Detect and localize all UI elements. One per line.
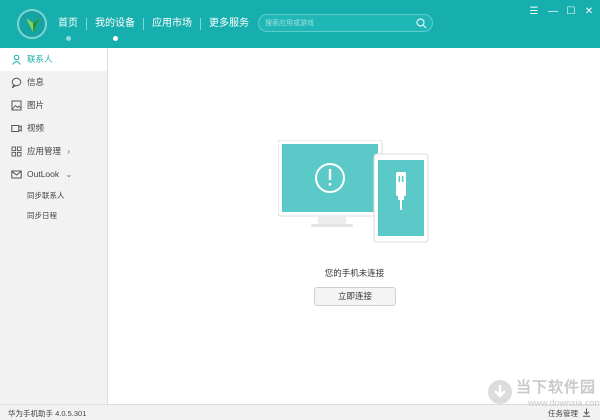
device-status-text: 您的手机未连接 xyxy=(324,268,385,278)
title-bar: 首页 我的设备 应用市场 更多服务 搜索应用或游戏 ☰ — ☐ ✕ xyxy=(0,0,600,48)
connect-now-button[interactable]: 立即连接 xyxy=(314,287,396,306)
sidebar-subitem-sync-contacts[interactable]: 同步联系人 xyxy=(0,186,107,206)
video-icon xyxy=(11,125,22,132)
sidebar-item-label: OutLook xyxy=(27,169,60,179)
main-panel: 您的手机未连接 立即连接 xyxy=(109,48,600,404)
sidebar: 联系人 信息 图片 视频 应用管理 › OutLook ⌄ 同步联系人 同步日程 xyxy=(0,48,108,404)
chevron-down-icon: ⌄ xyxy=(65,170,73,179)
nav-my-devices[interactable]: 我的设备 xyxy=(87,16,143,41)
chevron-right-icon: › xyxy=(67,147,71,156)
sidebar-item-contacts[interactable]: 联系人 xyxy=(0,48,107,71)
disconnected-device-illustration xyxy=(278,140,429,243)
person-icon xyxy=(12,54,21,65)
nav-my-devices-indicator xyxy=(112,36,118,41)
sidebar-item-outlook[interactable]: OutLook ⌄ xyxy=(0,163,107,186)
menu-icon[interactable]: ☰ xyxy=(528,6,540,18)
search-icon[interactable] xyxy=(416,18,427,29)
close-button[interactable]: ✕ xyxy=(583,6,595,18)
sidebar-subitem-sync-calendar[interactable]: 同步日程 xyxy=(0,206,107,226)
watermark-url: www.downxia.com xyxy=(528,398,600,408)
version-label: 华为手机助手 4.0.5.301 xyxy=(8,409,87,418)
minimize-button[interactable]: — xyxy=(547,6,559,18)
maximize-button[interactable]: ☐ xyxy=(565,6,577,18)
watermark-text: 当下软件园 xyxy=(516,379,597,396)
sidebar-item-label: 信息 xyxy=(27,77,45,87)
search-input[interactable]: 搜索应用或游戏 xyxy=(258,14,433,32)
search-placeholder: 搜索应用或游戏 xyxy=(265,20,314,27)
nav-home[interactable]: 首页 xyxy=(50,16,86,41)
sidebar-item-app-management[interactable]: 应用管理 › xyxy=(0,140,107,163)
nav-app-market[interactable]: 应用市场 xyxy=(144,16,200,32)
sidebar-item-pictures[interactable]: 图片 xyxy=(0,94,107,117)
nav-home-label: 首页 xyxy=(58,18,78,29)
apps-icon xyxy=(11,146,22,157)
main-nav: 首页 我的设备 应用市场 更多服务 xyxy=(50,16,257,41)
nav-my-devices-label: 我的设备 xyxy=(95,18,135,29)
nav-home-indicator xyxy=(65,36,71,41)
sidebar-item-label: 应用管理 xyxy=(27,146,62,156)
watermark: 当下软件园 www.downxia.com xyxy=(484,372,600,418)
sidebar-item-label: 联系人 xyxy=(27,54,53,64)
sidebar-item-label: 视频 xyxy=(27,123,45,133)
nav-more-services-label: 更多服务 xyxy=(209,18,249,29)
mail-icon xyxy=(11,170,22,179)
sidebar-item-label: 图片 xyxy=(27,100,45,110)
nav-app-market-label: 应用市场 xyxy=(152,18,192,29)
nav-more-services[interactable]: 更多服务 xyxy=(201,16,257,32)
image-icon xyxy=(11,100,22,111)
message-icon xyxy=(11,77,22,88)
app-logo-icon xyxy=(17,9,47,39)
watermark-logo-icon xyxy=(488,380,512,404)
sidebar-item-messages[interactable]: 信息 xyxy=(0,71,107,94)
sidebar-item-videos[interactable]: 视频 xyxy=(0,117,107,140)
